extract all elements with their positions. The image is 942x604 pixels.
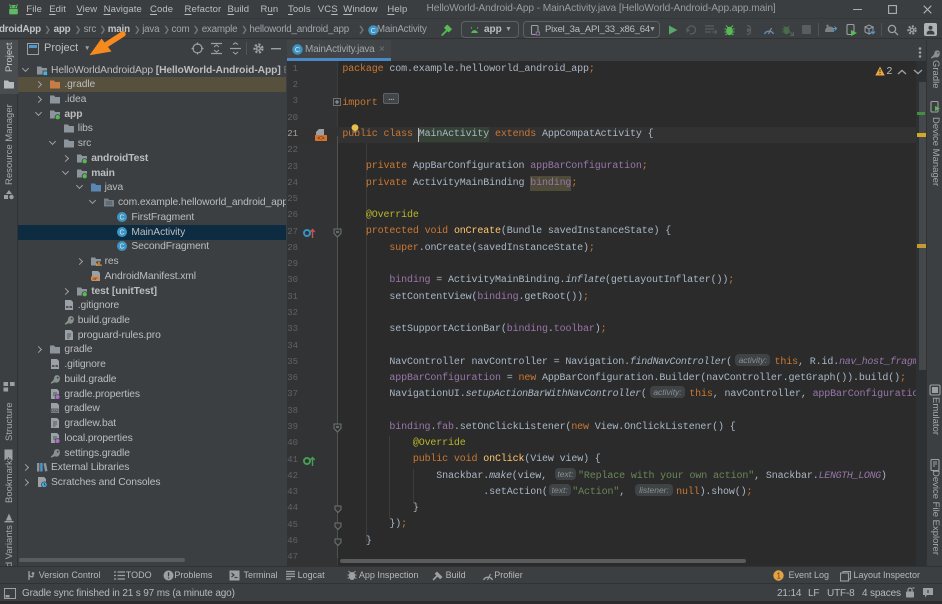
svg-text:<>: <> [317, 135, 325, 142]
svg-text:C: C [120, 229, 125, 236]
svg-text:1: 1 [776, 571, 781, 580]
svg-text:C: C [370, 26, 375, 34]
svg-text:</>: </> [52, 409, 58, 414]
svg-text:C: C [120, 214, 125, 221]
svg-text:C: C [295, 45, 301, 54]
svg-text:C: C [120, 244, 125, 251]
